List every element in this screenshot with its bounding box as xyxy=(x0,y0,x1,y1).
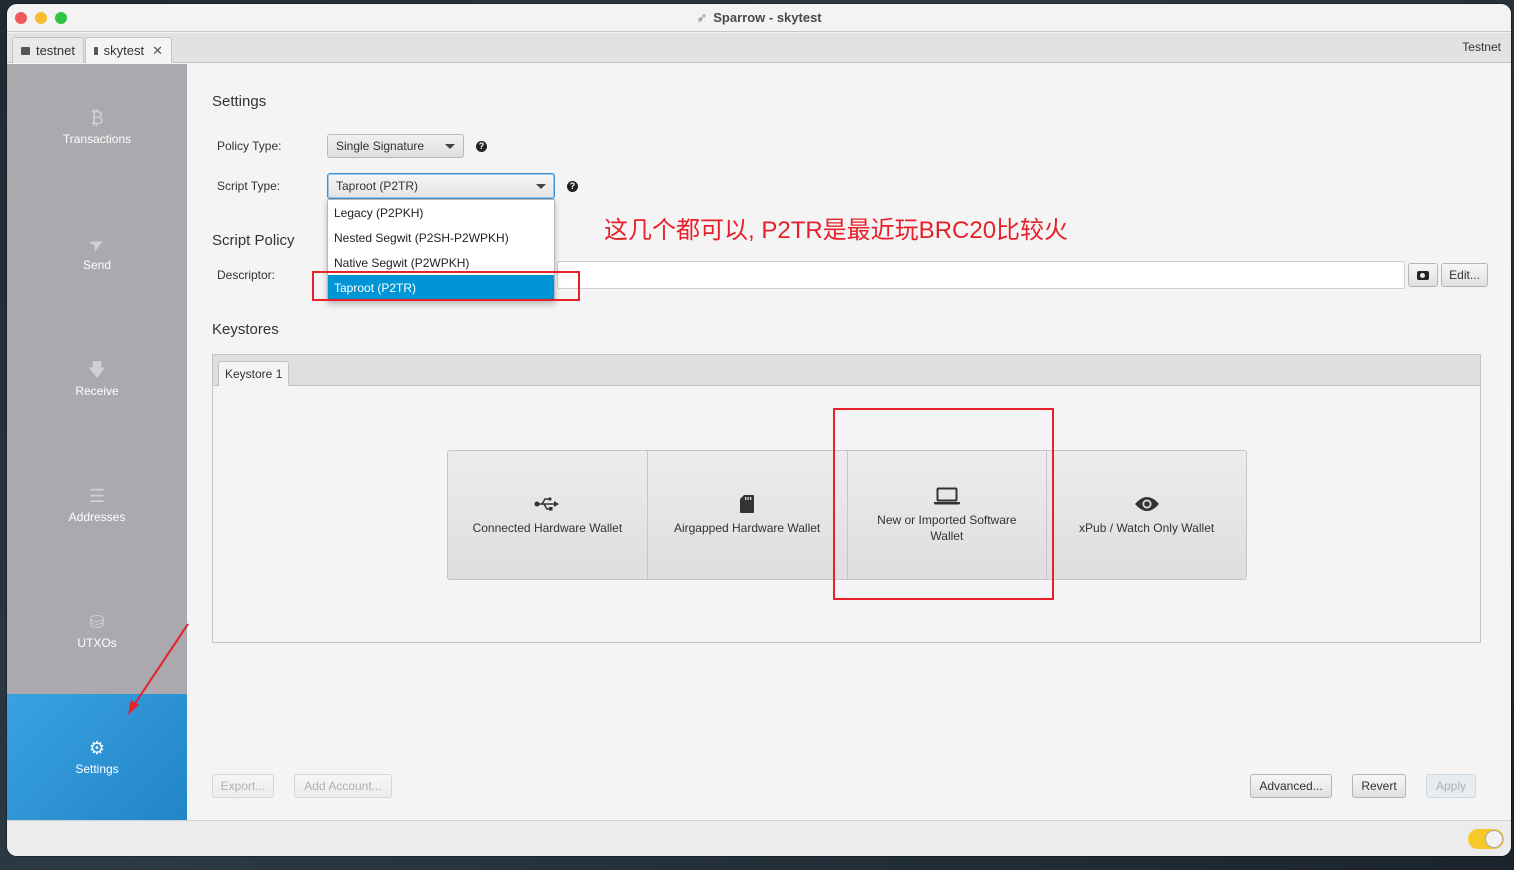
bitcoin-icon: ₿ xyxy=(90,108,104,128)
script-option-nested-segwit[interactable]: Nested Segwit (P2SH-P2WPKH) xyxy=(328,225,554,250)
status-bar xyxy=(7,820,1511,856)
script-type-select[interactable]: Taproot (P2TR) xyxy=(327,173,555,199)
window-controls xyxy=(15,12,67,24)
add-account-button[interactable]: Add Account... xyxy=(294,774,392,798)
sd-card-icon xyxy=(740,494,755,514)
keystores-heading: Keystores xyxy=(212,321,279,338)
descriptor-input[interactable] xyxy=(557,261,1405,289)
advanced-button[interactable]: Advanced... xyxy=(1250,774,1332,798)
policy-type-label: Policy Type: xyxy=(217,139,282,153)
eye-icon xyxy=(1134,494,1159,514)
sidebar: ₿ Transactions ➤ Send 🡇 Receive ☰ Addres… xyxy=(7,64,187,820)
paper-plane-icon: ➤ xyxy=(85,231,109,257)
policy-type-help-icon[interactable]: ? xyxy=(476,141,487,152)
coins-icon: ⛁ xyxy=(89,612,105,632)
keystore-source-options: Connected Hardware Wallet Airgapped Hard… xyxy=(447,450,1247,580)
tab-skytest[interactable]: skytest ✕ xyxy=(85,37,172,63)
arrow-down-icon: 🡇 xyxy=(87,360,107,380)
sidebar-item-label: Settings xyxy=(75,762,119,776)
minimize-window-button[interactable] xyxy=(35,12,47,24)
keystore-pane: Keystore 1 Connected Hardware Wallet Air… xyxy=(212,354,1481,643)
option-label: New or Imported Software Wallet xyxy=(877,513,1017,543)
wallet-icon xyxy=(94,46,98,55)
export-button[interactable]: Export... xyxy=(212,774,274,798)
sidebar-item-transactions[interactable]: ₿ Transactions xyxy=(7,64,187,190)
sidebar-item-label: Receive xyxy=(75,384,119,398)
script-type-help-icon[interactable]: ? xyxy=(567,181,578,192)
window-title: ➶ Sparrow - skytest xyxy=(696,10,821,26)
title-bar: ➶ Sparrow - skytest xyxy=(7,4,1511,32)
airgapped-hardware-wallet-button[interactable]: Airgapped Hardware Wallet xyxy=(647,451,848,579)
tab-keystore-1[interactable]: Keystore 1 xyxy=(218,361,290,386)
script-type-label: Script Type: xyxy=(217,179,281,193)
sidebar-item-label: Addresses xyxy=(68,510,126,524)
sparrow-bird-icon: ➶ xyxy=(696,9,708,25)
chevron-down-icon xyxy=(536,183,546,189)
usb-icon xyxy=(534,494,560,514)
new-or-imported-software-wallet-button[interactable]: New or Imported Software Wallet xyxy=(847,451,1048,579)
option-label: xPub / Watch Only Wallet xyxy=(1079,521,1215,535)
sidebar-item-settings[interactable]: ⚙ Settings xyxy=(7,694,187,820)
sidebar-item-send[interactable]: ➤ Send xyxy=(7,190,187,316)
settings-heading: Settings xyxy=(212,93,267,110)
script-option-taproot[interactable]: Taproot (P2TR) xyxy=(328,275,554,300)
xpub-watch-only-wallet-button[interactable]: xPub / Watch Only Wallet xyxy=(1047,451,1246,579)
camera-icon xyxy=(1417,270,1429,280)
connected-hardware-wallet-button[interactable]: Connected Hardware Wallet xyxy=(448,451,648,579)
network-label: Testnet xyxy=(1462,40,1501,54)
policy-type-value: Single Signature xyxy=(336,139,425,153)
online-toggle[interactable] xyxy=(1468,829,1504,849)
annotation-text: 这几个都可以, P2TR是最近玩BRC20比较火 xyxy=(604,217,1069,244)
option-label: Connected Hardware Wallet xyxy=(472,521,623,535)
window-title-text: Sparrow - skytest xyxy=(713,10,822,25)
apply-button[interactable]: Apply xyxy=(1426,774,1476,798)
app-window: ➶ Sparrow - skytest testnet skytest ✕ Te… xyxy=(7,4,1511,856)
edit-descriptor-button[interactable]: Edit... xyxy=(1441,263,1488,287)
tab-label: testnet xyxy=(35,43,75,58)
script-policy-heading: Script Policy xyxy=(212,232,295,249)
maximize-window-button[interactable] xyxy=(55,12,67,24)
close-window-button[interactable] xyxy=(15,12,27,24)
policy-type-select[interactable]: Single Signature xyxy=(327,134,464,158)
descriptor-label: Descriptor: xyxy=(217,268,276,282)
script-type-dropdown: Legacy (P2PKH) Nested Segwit (P2SH-P2WPK… xyxy=(327,199,555,301)
sidebar-item-label: UTXOs xyxy=(77,636,117,650)
sidebar-item-label: Send xyxy=(82,258,112,272)
keystore-tab-bar: Keystore 1 xyxy=(213,355,1480,386)
wallet-tab-bar: testnet skytest ✕ Testnet xyxy=(7,33,1511,63)
script-option-native-segwit[interactable]: Native Segwit (P2WPKH) xyxy=(328,250,554,275)
gear-icon: ⚙ xyxy=(88,738,106,758)
option-label: Airgapped Hardware Wallet xyxy=(673,521,821,535)
revert-button[interactable]: Revert xyxy=(1352,774,1406,798)
tab-label: skytest xyxy=(103,43,145,58)
script-option-legacy[interactable]: Legacy (P2PKH) xyxy=(328,200,554,225)
laptop-icon xyxy=(933,486,960,506)
close-tab-icon[interactable]: ✕ xyxy=(152,43,163,59)
list-icon: ☰ xyxy=(88,486,106,506)
script-type-value: Taproot (P2TR) xyxy=(336,179,419,193)
chevron-down-icon xyxy=(445,143,455,149)
sidebar-item-label: Transactions xyxy=(62,132,132,146)
scan-qr-button[interactable] xyxy=(1408,263,1438,287)
sidebar-item-receive[interactable]: 🡇 Receive xyxy=(7,316,187,442)
tab-testnet[interactable]: testnet xyxy=(12,37,84,63)
sidebar-item-addresses[interactable]: ☰ Addresses xyxy=(7,442,187,568)
sidebar-item-utxos[interactable]: ⛁ UTXOs xyxy=(7,568,187,694)
wallet-icon xyxy=(21,46,30,55)
settings-panel: Settings Policy Type: Single Signature ?… xyxy=(187,64,1511,820)
